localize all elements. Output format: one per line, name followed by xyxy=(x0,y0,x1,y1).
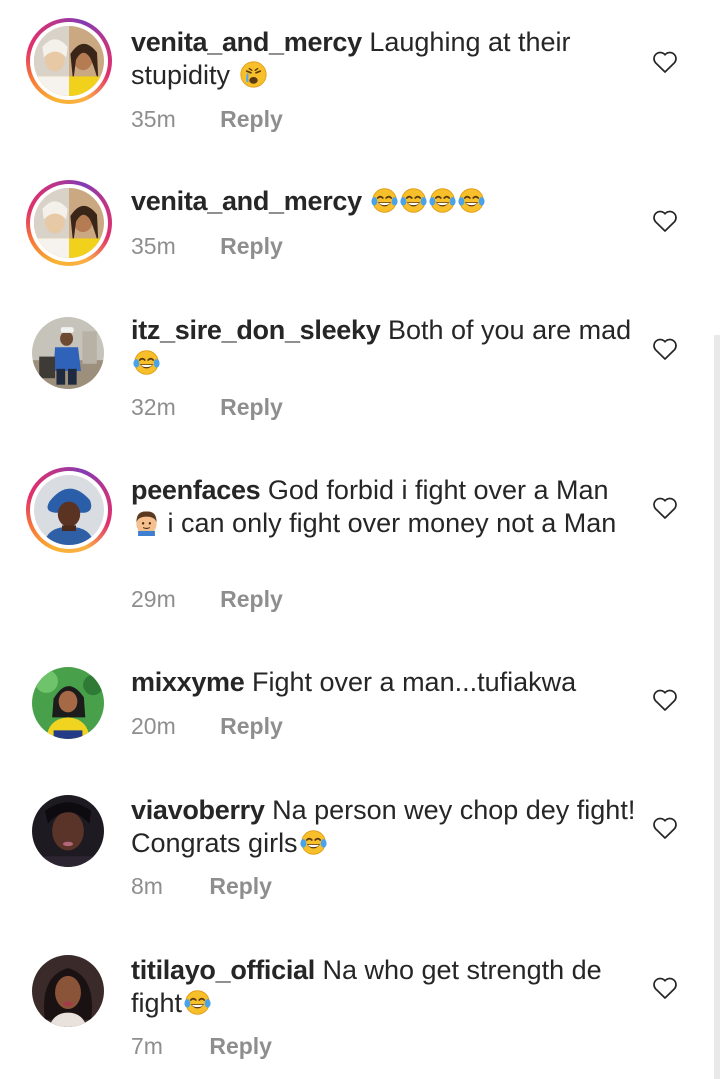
comment-meta: 8m Reply xyxy=(131,872,272,900)
reply-button[interactable]: Reply xyxy=(220,105,283,133)
comment-text: titilayo_official Na who get strength de… xyxy=(131,954,641,1020)
tears-of-joy-emoji-icon xyxy=(400,187,427,214)
reply-button[interactable]: Reply xyxy=(209,1032,272,1060)
tears-of-joy-emoji-icon xyxy=(184,989,211,1016)
scrollbar[interactable] xyxy=(714,335,720,1079)
avatar[interactable] xyxy=(32,667,104,739)
comment-text: mixxyme Fight over a man...tufiakwa xyxy=(131,666,641,699)
heart-outline-icon[interactable] xyxy=(652,688,678,712)
comment-time: 20m xyxy=(131,713,176,739)
avatar[interactable] xyxy=(32,317,104,389)
comment-text: viavoberry Na person wey chop dey fight!… xyxy=(131,794,641,860)
comment-body: Both of you are mad xyxy=(387,315,632,345)
comment-text: itz_sire_don_sleeky Both of you are mad xyxy=(131,314,641,380)
tears-of-joy-emoji-icon xyxy=(429,187,456,214)
comment-time: 8m xyxy=(131,873,163,899)
comment-time: 29m xyxy=(131,586,176,612)
comment-time: 35m xyxy=(131,106,176,132)
comment-meta: 32m Reply xyxy=(131,393,283,421)
comment-username[interactable]: itz_sire_don_sleeky xyxy=(131,315,381,345)
comment-text: venita_and_mercy xyxy=(131,185,641,218)
heart-outline-icon[interactable] xyxy=(652,50,678,74)
tears-of-joy-emoji-icon xyxy=(299,829,327,856)
reply-button[interactable]: Reply xyxy=(209,872,272,900)
avatar[interactable] xyxy=(32,955,104,1027)
comments-page: venita_and_mercy Laughing at their stupi… xyxy=(0,0,720,1079)
comment-body-part1: God forbid i fight over a Man xyxy=(267,475,609,505)
weary-face-emoji-icon xyxy=(240,61,267,88)
comment-time: 32m xyxy=(131,394,176,420)
comment-meta: 35m Reply xyxy=(131,105,283,133)
reply-button[interactable]: Reply xyxy=(220,232,283,260)
comment-time: 7m xyxy=(131,1033,163,1059)
comment-text: peenfaces God forbid i fight over a Man … xyxy=(131,474,641,540)
heart-outline-icon[interactable] xyxy=(652,209,678,233)
reply-button[interactable]: Reply xyxy=(220,712,283,740)
comment-body-part2: i can only fight over money not a Man xyxy=(167,508,617,538)
comment-username[interactable]: viavoberry xyxy=(131,795,265,825)
comment-username[interactable]: venita_and_mercy xyxy=(131,186,362,216)
tears-of-joy-emoji-icon xyxy=(371,187,398,214)
heart-outline-icon[interactable] xyxy=(652,816,678,840)
reply-button[interactable]: Reply xyxy=(220,393,283,421)
comment-meta: 35m Reply xyxy=(131,232,283,260)
comment-body: Fight over a man...tufiakwa xyxy=(252,667,577,697)
comment-username[interactable]: mixxyme xyxy=(131,667,245,697)
heart-outline-icon[interactable] xyxy=(652,496,678,520)
comment-meta: 29m Reply xyxy=(131,585,283,613)
heart-outline-icon[interactable] xyxy=(652,337,678,361)
avatar[interactable] xyxy=(32,795,104,867)
avatar[interactable] xyxy=(26,180,112,266)
comment-username[interactable]: peenfaces xyxy=(131,475,261,505)
comment-text: venita_and_mercy Laughing at their stupi… xyxy=(131,26,641,92)
heart-outline-icon[interactable] xyxy=(652,976,678,1000)
avatar[interactable] xyxy=(26,18,112,104)
comment-username[interactable]: titilayo_official xyxy=(131,955,315,985)
tears-of-joy-emoji-icon xyxy=(458,187,485,214)
comment-username[interactable]: venita_and_mercy xyxy=(131,27,362,57)
comment-time: 35m xyxy=(131,233,176,259)
comment-meta: 20m Reply xyxy=(131,712,283,740)
man-face-emoji-icon xyxy=(133,509,160,536)
avatar[interactable] xyxy=(26,467,112,553)
reply-button[interactable]: Reply xyxy=(220,585,283,613)
tears-of-joy-emoji-icon xyxy=(133,349,160,376)
comment-meta: 7m Reply xyxy=(131,1032,272,1060)
